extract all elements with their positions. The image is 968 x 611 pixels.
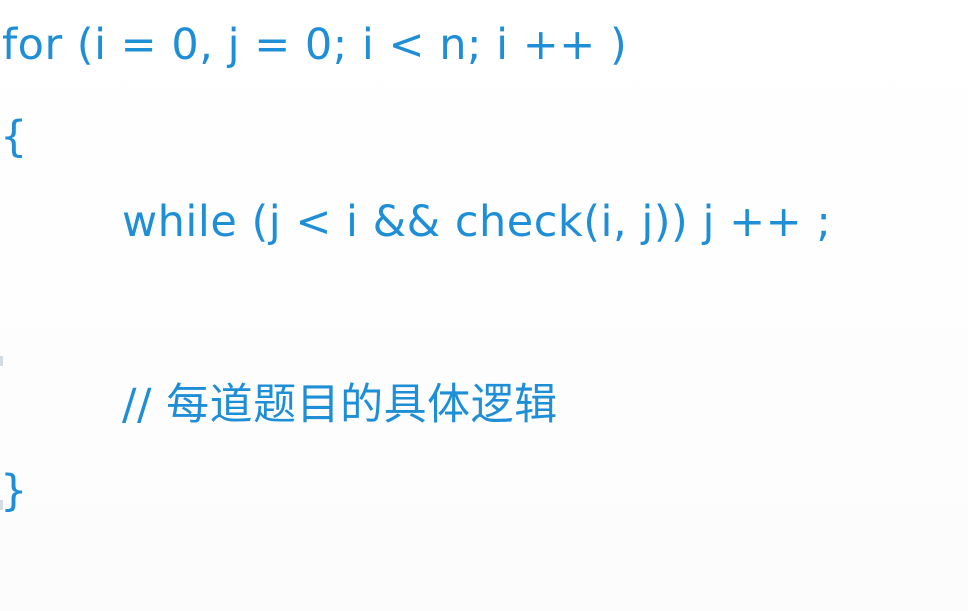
code-line-for-loop: for (i = 0, j = 0; i < n; i ++ ) bbox=[2, 20, 628, 70]
left-edge-mark bbox=[0, 500, 3, 510]
left-edge-mark bbox=[0, 356, 3, 366]
code-line-while-loop: while (j < i && check(i, j)) j ++ ; bbox=[122, 197, 832, 247]
code-slide: for (i = 0, j = 0; i < n; i ++ ) { while… bbox=[0, 0, 968, 611]
code-line-close-brace: } bbox=[0, 466, 28, 516]
code-line-comment: // 每道题目的具体逻辑 bbox=[122, 380, 558, 430]
code-line-open-brace: { bbox=[0, 112, 28, 162]
